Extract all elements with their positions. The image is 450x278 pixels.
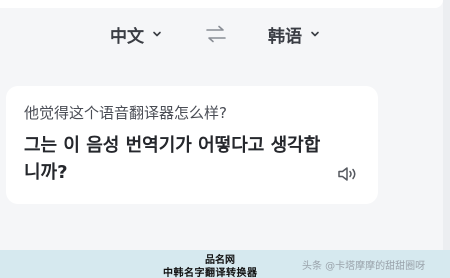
source-language-label: 中文 — [110, 26, 144, 47]
source-language-button[interactable]: 中文 — [110, 14, 162, 54]
tool-name-stamp: 中韩名字翻译转换器 — [163, 268, 258, 278]
source-text: 他觉得这个语音翻译器怎么样? — [24, 104, 227, 122]
speaker-icon[interactable] — [336, 164, 358, 184]
chevron-down-icon — [311, 31, 319, 37]
language-selector-bar: 中文 韩语 — [0, 14, 443, 54]
top-panel-edge — [0, 0, 443, 8]
target-language-label: 韩语 — [268, 26, 302, 47]
swap-arrows-icon[interactable] — [204, 24, 228, 44]
translation-card: 他觉得这个语音翻译器怎么样? 그는 이 음성 번역기가 어떻다고 생각합니까? — [6, 86, 378, 204]
translated-text: 그는 이 음성 번역기가 어떻다고 생각합니까? — [24, 135, 321, 183]
target-language-button[interactable]: 韩语 — [268, 14, 320, 54]
watermark-text: 头条 @卡塔摩摩的甜甜圈呀 — [302, 261, 426, 272]
right-edge-strip — [443, 0, 450, 278]
chevron-down-icon — [153, 31, 161, 37]
